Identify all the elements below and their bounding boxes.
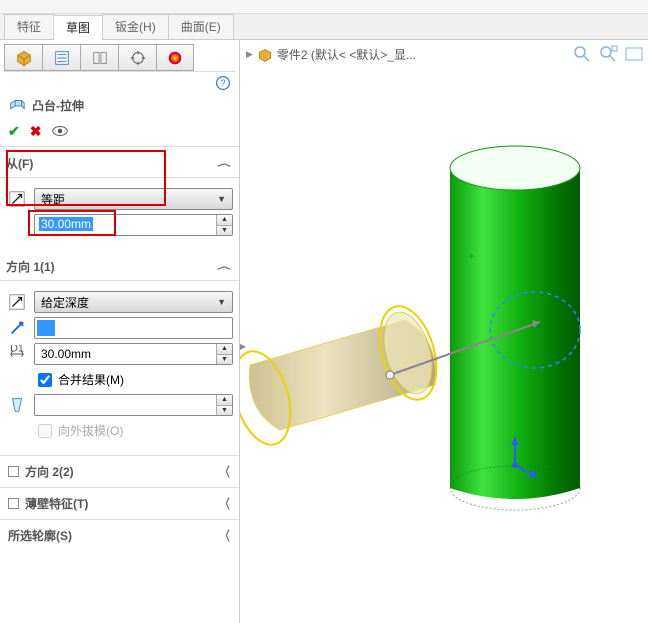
draft-angle-spinner[interactable]: ▲ ▼ [34, 394, 233, 416]
draft-outward-checkbox[interactable] [38, 424, 52, 438]
merge-result-checkbox[interactable] [38, 373, 52, 387]
svg-text:D1: D1 [10, 345, 24, 354]
icon-tab-appearance[interactable] [156, 44, 194, 71]
section-dir2-label: 方向 2(2) [25, 463, 74, 480]
selection-swatch [37, 320, 55, 336]
reverse-from-icon[interactable] [6, 188, 28, 210]
dir2-enable-checkbox[interactable] [8, 466, 19, 477]
collapse-icon[interactable]: ︿ [217, 157, 231, 169]
ghost-cmd-right [324, 0, 648, 13]
spinner-up[interactable]: ▲ [217, 344, 232, 355]
section-contour-label: 所选轮廓(S) [8, 527, 72, 544]
dropdown-arrow-icon: ▼ [217, 297, 226, 307]
property-manager: ? 凸台-拉伸 ✔ ✖ 从(F) ︿ 等距 [0, 40, 240, 623]
list-icon [53, 49, 71, 67]
section-from-body: 等距 ▼ 30.00mm ▲ ▼ [0, 178, 239, 250]
section-thin-header[interactable]: 薄壁特征(T) ︿ [0, 487, 239, 519]
tab-feature[interactable]: 特征 [4, 14, 54, 39]
panel-icon-tabs [4, 44, 235, 72]
direction-handle[interactable] [386, 371, 394, 379]
tab-surface[interactable]: 曲面(E) [168, 14, 234, 39]
from-offset-input[interactable]: 30.00mm [35, 215, 216, 235]
feature-title: 凸台-拉伸 [32, 97, 84, 114]
dropdown-arrow-icon: ▼ [217, 194, 226, 204]
thin-enable-checkbox[interactable] [8, 498, 19, 509]
icon-tab-feature-tree[interactable] [4, 44, 42, 71]
section-from-header[interactable]: 从(F) ︿ [0, 147, 239, 178]
icon-tab-config[interactable] [80, 44, 118, 71]
panel-scroll[interactable]: 从(F) ︿ 等距 ▼ 30.00mm [0, 147, 239, 623]
spinner-down[interactable]: ▼ [217, 355, 232, 365]
reverse-dir1-icon[interactable] [6, 291, 28, 313]
origin-marker: + [468, 249, 475, 263]
config-icon [91, 49, 109, 67]
disabled-ribbon-preview [0, 0, 648, 14]
section-thin-label: 薄壁特征(T) [25, 495, 88, 512]
from-option: 等距 [41, 191, 65, 208]
collapse-icon[interactable]: ︿ [217, 260, 231, 272]
green-cylinder-top [450, 146, 580, 190]
expand-icon[interactable]: ︿ [218, 529, 231, 542]
cancel-button[interactable]: ✖ [30, 123, 42, 140]
spinner-up[interactable]: ▲ [217, 395, 232, 406]
section-dir2-header[interactable]: 方向 2(2) ︿ [0, 455, 239, 487]
tab-sheetmetal[interactable]: 钣金(H) [102, 14, 169, 39]
expand-icon[interactable]: ︿ [218, 497, 231, 510]
graphics-area[interactable]: ▶ 零件2 (默认< <默认>_显... [240, 40, 648, 623]
target-icon [129, 49, 147, 67]
expand-icon[interactable]: ︿ [218, 465, 231, 478]
tab-sketch[interactable]: 草图 [53, 15, 103, 40]
dir1-endcond-option: 给定深度 [41, 294, 89, 311]
cube-icon [15, 49, 33, 67]
section-dir1-header[interactable]: 方向 1(1) ︿ [0, 250, 239, 281]
svg-text:?: ? [220, 78, 225, 89]
from-dropdown[interactable]: 等距 ▼ [34, 188, 233, 210]
icon-tab-property[interactable] [42, 44, 80, 71]
spinner-up[interactable]: ▲ [217, 215, 232, 226]
section-dir1-body: 给定深度 ▼ D1 [0, 281, 239, 455]
help-icon[interactable]: ? [215, 75, 231, 91]
ok-button[interactable]: ✔ [8, 123, 20, 140]
confirm-row: ✔ ✖ [0, 118, 239, 147]
icon-tab-dim[interactable] [118, 44, 156, 71]
draft-angle-input[interactable] [35, 395, 216, 415]
feature-header: 凸台-拉伸 [0, 92, 239, 118]
draft-icon[interactable] [6, 394, 28, 416]
preview-icon[interactable] [51, 122, 69, 140]
from-offset-spinner[interactable]: 30.00mm ▲ ▼ [34, 214, 233, 236]
section-contour-header[interactable]: 所选轮廓(S) ︿ [0, 519, 239, 551]
section-from-label: 从(F) [6, 155, 33, 172]
command-tabs: 特征 草图 钣金(H) 曲面(E) [0, 14, 648, 40]
direction-selection-field[interactable] [34, 317, 233, 339]
depth-icon: D1 [6, 343, 28, 365]
viewport-canvas[interactable]: + [240, 40, 648, 623]
dir1-depth-spinner[interactable]: ▲ ▼ [34, 343, 233, 365]
spinner-down[interactable]: ▼ [217, 226, 232, 236]
spinner-down[interactable]: ▼ [217, 406, 232, 416]
section-dir1-label: 方向 1(1) [6, 258, 55, 275]
merge-result-label: 合并结果(M) [58, 371, 124, 388]
dir1-endcond-dropdown[interactable]: 给定深度 ▼ [34, 291, 233, 313]
direction-vector-icon[interactable] [6, 317, 28, 339]
extrude-icon [8, 96, 26, 114]
dir1-depth-input[interactable] [35, 344, 216, 364]
appearance-icon [166, 49, 184, 67]
draft-outward-label: 向外拔模(O) [58, 422, 123, 439]
ghost-cmd-left [0, 0, 324, 13]
